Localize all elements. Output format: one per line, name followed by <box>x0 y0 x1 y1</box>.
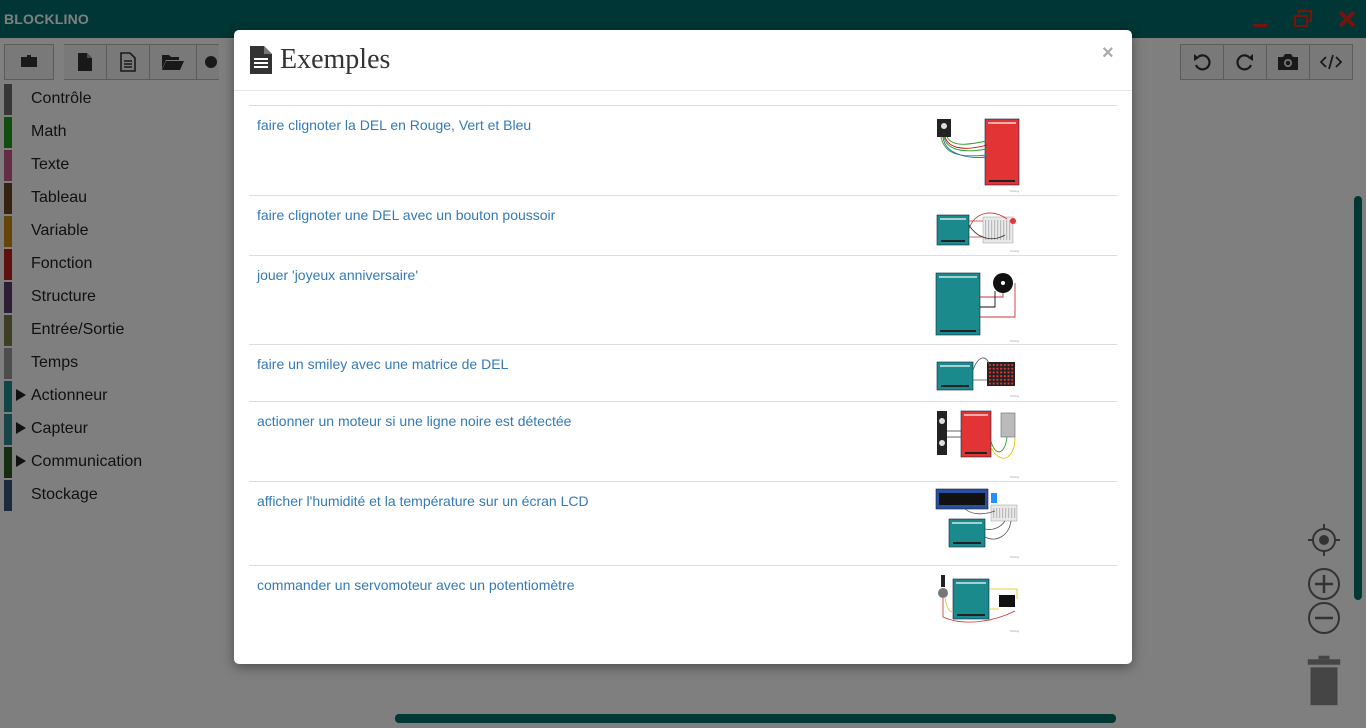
example-row[interactable]: faire clignoter une DEL avec un bouton p… <box>249 195 1117 255</box>
example-row[interactable]: afficher l'humidité et la température su… <box>249 481 1117 565</box>
thumbnail-caption: fritzing <box>1010 339 1019 343</box>
circuit-diagram-image <box>935 488 1018 548</box>
example-link[interactable]: jouer 'joyeux anniversaire' <box>257 267 418 283</box>
file-text-icon <box>250 46 272 74</box>
thumbnail-caption: fritzing <box>1010 189 1019 193</box>
example-link[interactable]: afficher l'humidité et la température su… <box>257 493 589 509</box>
thumbnail-caption: fritzing <box>1010 475 1019 479</box>
example-link[interactable]: faire clignoter la DEL en Rouge, Vert et… <box>257 117 531 133</box>
circuit-diagram-image <box>938 575 1018 623</box>
circuit-diagram-image <box>937 118 1020 186</box>
example-thumbnail[interactable]: fritzing <box>935 487 1021 559</box>
app-window: BLOCKLINO <box>0 0 1366 728</box>
dialog-close-button[interactable]: × <box>1102 42 1114 65</box>
example-row[interactable]: commander un servomoteur avec un potenti… <box>249 565 1117 646</box>
example-link[interactable]: commander un servomoteur avec un potenti… <box>257 577 575 593</box>
example-thumbnail[interactable]: fritzing <box>935 407 1021 479</box>
example-thumbnail[interactable]: fritzing <box>935 571 1021 633</box>
example-thumbnail[interactable]: fritzing <box>935 201 1021 253</box>
example-row[interactable]: jouer 'joyeux anniversaire' fritzing <box>249 255 1117 344</box>
thumbnail-caption: fritzing <box>1010 394 1019 398</box>
example-thumbnail[interactable]: fritzing <box>935 261 1021 343</box>
thumbnail-caption: fritzing <box>1010 555 1019 559</box>
thumbnail-caption: fritzing <box>1010 629 1019 633</box>
dialog-header: Exemples × <box>234 30 1132 91</box>
circuit-diagram-image <box>937 410 1016 459</box>
example-row[interactable]: actionner un moteur si une ligne noire e… <box>249 401 1117 481</box>
circuit-diagram-image <box>935 272 1016 336</box>
example-link[interactable]: actionner un moteur si une ligne noire e… <box>257 413 571 429</box>
examples-list: faire clignoter la DEL en Rouge, Vert et… <box>249 105 1117 646</box>
example-row[interactable]: faire un smiley avec une matrice de DEL f… <box>249 344 1117 401</box>
examples-dialog: Exemples × faire clignoter la DEL en Rou… <box>234 30 1132 664</box>
example-thumbnail[interactable]: fritzing <box>935 350 1021 398</box>
example-link[interactable]: faire clignoter une DEL avec un bouton p… <box>257 207 555 223</box>
example-row[interactable]: faire clignoter la DEL en Rouge, Vert et… <box>249 105 1117 195</box>
circuit-diagram-image <box>936 212 1016 246</box>
thumbnail-caption: fritzing <box>1010 249 1019 253</box>
dialog-title: Exemples <box>280 44 391 75</box>
circuit-diagram-image <box>936 357 1015 391</box>
example-link[interactable]: faire un smiley avec une matrice de DEL <box>257 356 508 372</box>
example-thumbnail[interactable]: fritzing <box>935 111 1021 193</box>
